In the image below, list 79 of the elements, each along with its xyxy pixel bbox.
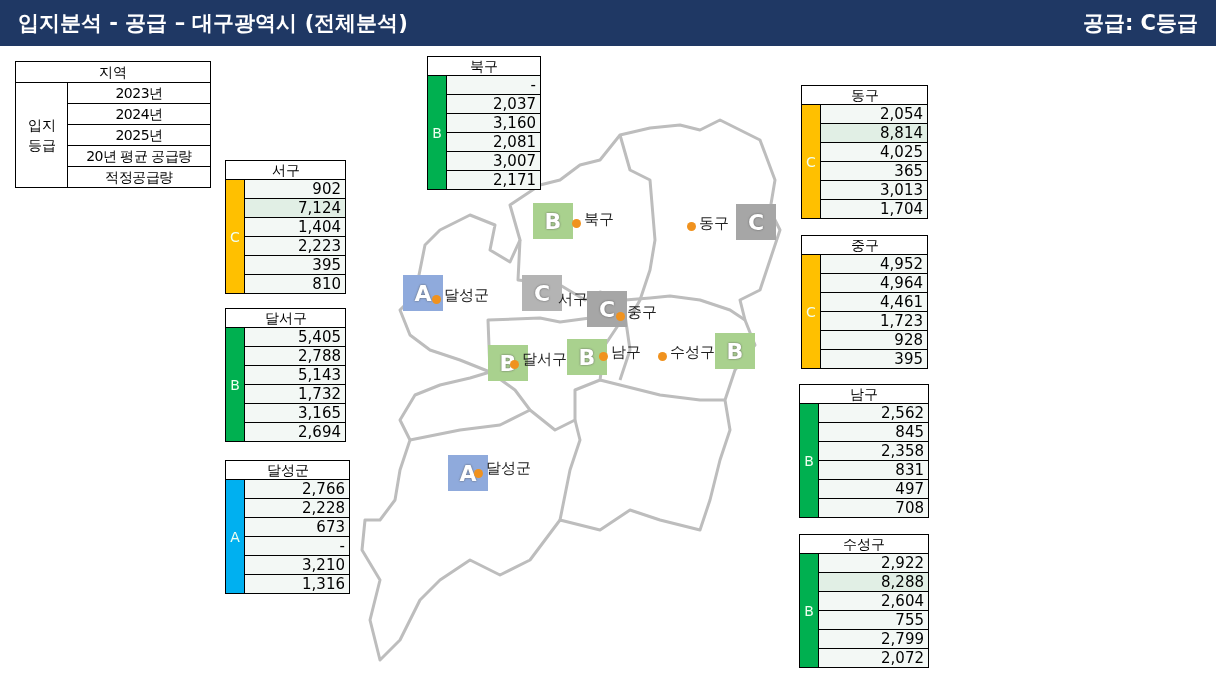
table-cell: 3,160 [447, 114, 540, 133]
table-cell: 2,171 [447, 171, 540, 189]
table-cell-text: 적정공급량 [104, 168, 174, 187]
table-cell: 8,814 [821, 124, 927, 143]
grade-cell: C [226, 180, 244, 293]
table-cell: 2,604 [819, 592, 928, 611]
grade-cell: B [800, 404, 818, 517]
table-cell: 395 [821, 350, 927, 368]
district-label: 달성군 [444, 286, 489, 304]
slide-title: 입지분석 - 공급 – 대구광역시 (전체분석) [18, 10, 408, 37]
table-cell: 4,964 [821, 274, 927, 293]
table-cell: 1,316 [245, 575, 349, 593]
table-cell: 2,228 [245, 499, 349, 518]
grade-badge: A [448, 455, 488, 491]
table-cell: 2023년 [68, 83, 210, 104]
grade-cell: C [802, 105, 820, 218]
grade-badge: B [533, 203, 573, 239]
table-cell: 2,562 [819, 404, 928, 423]
table-header-cell: 지역 [16, 62, 210, 83]
table-cell: 3,013 [821, 181, 927, 200]
table-cell: 20년 평균 공급량 [68, 146, 210, 167]
table-cell: 2,054 [821, 105, 927, 124]
grade-cell: A [226, 480, 244, 593]
table-cell: 1,732 [245, 385, 345, 404]
district-label: 동구 [699, 214, 729, 232]
grade-badge: B [567, 339, 607, 375]
table-cell: 2,788 [245, 347, 345, 366]
grade-cell: C [802, 255, 820, 368]
table-cell: 755 [819, 611, 928, 630]
table-cell: 2,081 [447, 133, 540, 152]
table-cell: 1,404 [245, 218, 345, 237]
table-cell: 5,143 [245, 366, 345, 385]
table-cell: 2025년 [68, 125, 210, 146]
grade-badge: C [736, 204, 776, 240]
district-label: 달성군 [486, 459, 531, 477]
table-cell: 497 [819, 480, 928, 499]
district-label: 수성구 [670, 343, 715, 361]
table-cell: 902 [245, 180, 345, 199]
grade-badge: A [403, 275, 443, 311]
grade-cell: B [800, 554, 818, 667]
grade-cell: B [226, 328, 244, 441]
table-cell: 1,723 [821, 312, 927, 331]
table-cell: 928 [821, 331, 927, 350]
table-cell: 3,007 [447, 152, 540, 171]
table-cell: 2,072 [819, 649, 928, 667]
district-label: 북구 [584, 210, 614, 228]
table-cell: 365 [821, 162, 927, 181]
table-cell: 810 [245, 275, 345, 293]
table-cell: 395 [245, 256, 345, 275]
table-cell: 708 [819, 499, 928, 517]
table-cell: 3,210 [245, 556, 349, 575]
table-cell: 2024년 [68, 104, 210, 125]
grade-badge: C [587, 291, 627, 327]
grade-label: 공급: C등급 [1082, 10, 1198, 37]
table-cell: 2,766 [245, 480, 349, 499]
table-cell: 2,922 [819, 554, 928, 573]
grade-cell: B [428, 76, 446, 189]
table-cell: 2,223 [245, 237, 345, 256]
district-label: 중구 [627, 303, 657, 321]
district-label: 남구 [611, 343, 641, 361]
table-cell: 845 [819, 423, 928, 442]
grade-badge: B [715, 333, 755, 369]
table-cell: 4,025 [821, 143, 927, 162]
table-cell: - [245, 537, 349, 556]
table-cell: 673 [245, 518, 349, 537]
table-cell: 831 [819, 461, 928, 480]
table-cell: 입지 등급 [16, 83, 68, 187]
table-cell: 4,461 [821, 293, 927, 312]
table-cell: 2,799 [819, 630, 928, 649]
table-cell: 8,288 [819, 573, 928, 592]
table-cell: 5,405 [245, 328, 345, 347]
table-cell: - [447, 76, 540, 95]
table-cell: 7,124 [245, 199, 345, 218]
table-cell: 4,952 [821, 255, 927, 274]
table-cell: 2,358 [819, 442, 928, 461]
table-cell: 3,165 [245, 404, 345, 423]
table-cell: 2,694 [245, 423, 345, 441]
table-cell: 1,704 [821, 200, 927, 218]
table-cell: 2,037 [447, 95, 540, 114]
